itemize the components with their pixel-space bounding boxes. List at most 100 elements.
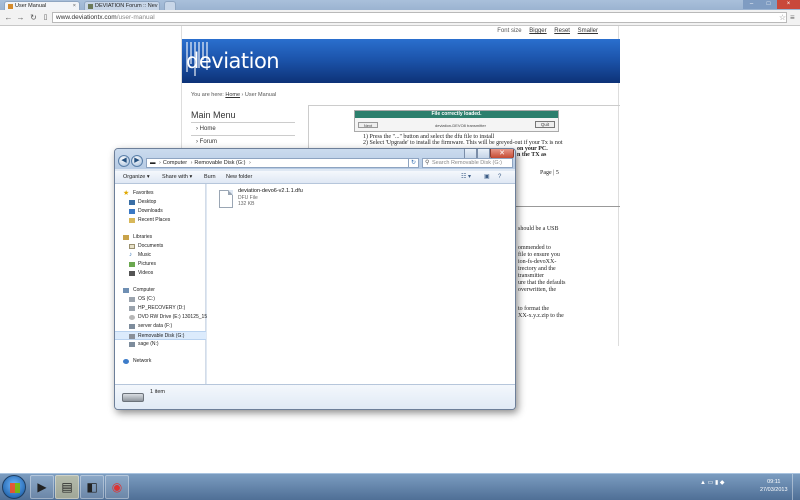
- nav-recent-places[interactable]: Recent Places: [115, 216, 206, 225]
- address-bar[interactable]: www.deviationtx.com/user-manual ☆: [52, 12, 787, 23]
- nav-label: server data (F:): [138, 323, 173, 329]
- show-desktop-button[interactable]: [792, 474, 800, 500]
- font-smaller-link[interactable]: Smaller: [578, 28, 598, 34]
- share-with-button[interactable]: Share with ▾: [162, 173, 192, 182]
- nav-label: Documents: [138, 243, 164, 249]
- dialog-filename: deviation-DEVO8 transmitter: [435, 123, 486, 128]
- start-button[interactable]: [2, 475, 26, 499]
- doc-text-fragment: irectory and the: [518, 266, 556, 272]
- logo-part: dev: [186, 49, 224, 73]
- divider: [191, 122, 295, 123]
- doc-text-fragment: to format the: [518, 306, 549, 312]
- minimize-icon[interactable]: –: [743, 0, 760, 9]
- menu-icon[interactable]: ≡: [790, 13, 795, 22]
- view-options-icon[interactable]: ☷ ▾: [461, 174, 471, 181]
- clock[interactable]: 09:11 27/03/2013: [760, 478, 788, 494]
- burn-button[interactable]: Burn: [204, 173, 216, 182]
- chrome-icon[interactable]: ◉: [105, 475, 129, 499]
- nav-drive-c[interactable]: OS (C:): [115, 295, 206, 304]
- organize-button[interactable]: Organize ▾: [123, 173, 150, 182]
- close-window-icon[interactable]: ×: [777, 0, 800, 9]
- desktop-icon: [129, 200, 135, 205]
- explorer-command-bar: Organize ▾ Share with ▾ Burn New folder …: [115, 171, 515, 184]
- help-icon[interactable]: ?: [498, 174, 501, 181]
- explorer-back-icon[interactable]: ◀: [118, 155, 130, 167]
- nav-downloads[interactable]: Downloads: [115, 207, 206, 216]
- dialog-button-image: Quit: [535, 121, 555, 128]
- site-logo[interactable]: deviation: [186, 49, 280, 73]
- nav-label: HP_RECOVERY (D:): [138, 305, 186, 311]
- close-tab-icon[interactable]: ×: [71, 3, 76, 9]
- font-size-controls: Font size Bigger Reset Smaller: [497, 28, 598, 34]
- nav-desktop[interactable]: Desktop: [115, 198, 206, 207]
- doc-step-2-continued: n the TX as: [517, 152, 547, 158]
- explorer-forward-icon[interactable]: ▶: [131, 155, 143, 167]
- preview-pane-icon[interactable]: ▣: [484, 174, 490, 181]
- font-bigger-link[interactable]: Bigger: [529, 28, 546, 34]
- site-banner: deviation: [182, 39, 620, 83]
- file-size: 132 KB: [238, 201, 255, 207]
- bookmark-star-icon[interactable]: ☆: [779, 13, 786, 23]
- nav-drive-g[interactable]: Removable Disk (G:): [115, 331, 206, 340]
- menu-item-home[interactable]: › Home: [196, 126, 216, 132]
- nav-computer[interactable]: Computer: [115, 286, 206, 295]
- site-favicon-icon: [88, 3, 93, 9]
- nav-favorites[interactable]: ★ Favorites: [115, 189, 206, 198]
- new-tab-button[interactable]: [164, 1, 176, 10]
- explorer-address-bar[interactable]: ▬ › Computer › Removable Disk (G:) ›: [146, 158, 409, 168]
- drive-icon: [129, 297, 135, 302]
- font-size-label: Font size: [497, 28, 522, 34]
- documents-icon: [129, 244, 135, 249]
- nav-label: Music: [138, 252, 152, 258]
- videos-icon: [129, 271, 135, 276]
- explorer-title-bar[interactable]: ◀ ▶ ✕ ▬ › Computer › Removable Disk (G:) ›…: [115, 149, 515, 169]
- address-segment[interactable]: Removable Disk (G:): [194, 160, 245, 166]
- window-controls: – □ ×: [743, 0, 800, 9]
- folder-icon[interactable]: ▤: [55, 475, 79, 499]
- refresh-icon[interactable]: ↻: [409, 158, 419, 168]
- doc-page-number: Page | 5: [540, 170, 559, 176]
- breadcrumb-prefix: You are here:: [191, 92, 224, 98]
- close-tab-icon[interactable]: ×: [158, 3, 159, 9]
- search-icon: ⚲: [425, 160, 430, 166]
- doc-text-fragment: overwritten, the: [518, 287, 556, 293]
- nav-label: Videos: [138, 270, 154, 276]
- doc-text-fragment: should be a USB: [518, 226, 559, 232]
- app-icon[interactable]: ◧: [80, 475, 104, 499]
- nav-videos[interactable]: Videos: [115, 269, 206, 278]
- media-player-icon[interactable]: ▶: [30, 475, 54, 499]
- nav-drive-f[interactable]: server data (F:): [115, 322, 206, 331]
- maximize-icon[interactable]: □: [760, 0, 777, 9]
- nav-libraries[interactable]: Libraries: [115, 233, 206, 242]
- nav-music[interactable]: ♪ Music: [115, 251, 206, 260]
- system-tray[interactable]: ▲ ▭ ▮ ◆: [700, 479, 725, 486]
- menu-item-forum[interactable]: › Forum: [196, 139, 217, 145]
- nav-label: DVD RW Drive (E:) 130125_1539: [138, 314, 213, 320]
- nav-label: Desktop: [138, 199, 157, 205]
- nav-label: Computer: [133, 287, 155, 293]
- forward-arrow-icon[interactable]: →: [15, 12, 26, 23]
- details-pane: 1 item: [115, 384, 515, 409]
- nav-pictures[interactable]: Pictures: [115, 260, 206, 269]
- file-icon: [219, 190, 233, 208]
- address-segment[interactable]: Computer: [163, 160, 187, 166]
- removable-disk-icon: [129, 334, 135, 339]
- recent-places-icon: [129, 218, 135, 223]
- tab-deviation-forum[interactable]: DEVIATION Forum :: Nev ×: [84, 1, 160, 10]
- breadcrumb-home-link[interactable]: Home: [225, 92, 240, 98]
- explorer-search-input[interactable]: ⚲ Search Removable Disk (G:): [422, 158, 513, 168]
- tab-user-manual[interactable]: User Manual ×: [4, 1, 80, 10]
- new-folder-button[interactable]: New folder: [226, 173, 252, 182]
- dvd-drive-icon: [129, 315, 135, 320]
- font-reset-link[interactable]: Reset: [554, 28, 570, 34]
- dialog-button-image: Next: [358, 122, 378, 128]
- nav-documents[interactable]: Documents: [115, 242, 206, 251]
- nav-label: OS (C:): [138, 296, 155, 302]
- nav-drive-e[interactable]: DVD RW Drive (E:) 130125_1539: [115, 313, 213, 322]
- nav-network[interactable]: Network: [115, 357, 206, 366]
- nav-drive-n[interactable]: sage (N:): [115, 340, 206, 349]
- nav-label: Downloads: [138, 208, 163, 214]
- back-arrow-icon[interactable]: ←: [3, 12, 14, 23]
- nav-drive-d[interactable]: HP_RECOVERY (D:): [115, 304, 206, 313]
- reload-icon[interactable]: ↻: [28, 12, 39, 23]
